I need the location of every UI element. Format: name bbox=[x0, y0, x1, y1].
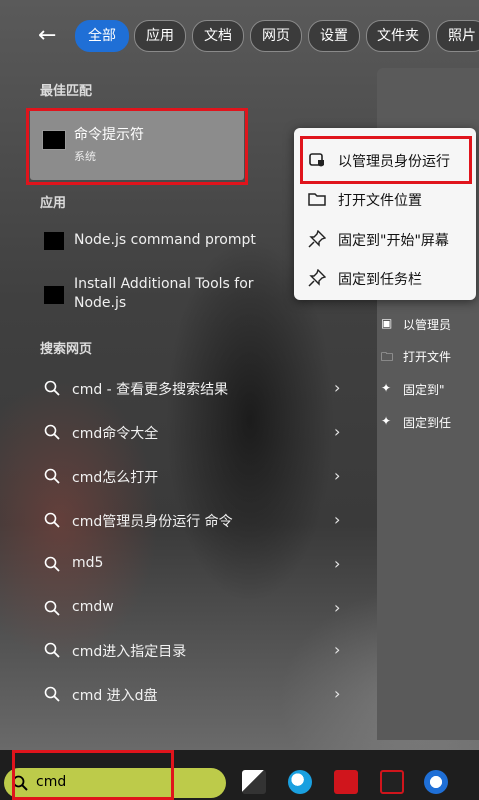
web-result-item[interactable]: cmd - 查看更多搜索结果 › bbox=[34, 372, 354, 404]
web-result-item[interactable]: cmd 进入d盘 › bbox=[34, 678, 354, 710]
web-result-item[interactable]: cmd命令大全 › bbox=[34, 416, 354, 448]
web-result-label: cmd进入指定目录 bbox=[72, 644, 187, 660]
details-action-label[interactable]: 固定到任 bbox=[403, 414, 451, 431]
search-icon bbox=[44, 600, 60, 616]
chevron-right-icon: › bbox=[334, 554, 341, 573]
pin-icon: ✦ bbox=[381, 381, 392, 395]
chevron-right-icon: › bbox=[334, 422, 341, 441]
section-best-match: 最佳匹配 bbox=[40, 84, 93, 99]
web-result-label: md5 bbox=[72, 555, 104, 571]
search-icon bbox=[44, 642, 60, 658]
tab-photos[interactable]: 照片 bbox=[436, 20, 479, 52]
context-menu-open-location[interactable]: 打开文件位置 bbox=[294, 181, 476, 217]
app-item-label: Install Additional Tools for Node.js bbox=[74, 276, 254, 311]
tab-apps[interactable]: 应用 bbox=[134, 20, 186, 52]
chevron-right-icon: › bbox=[334, 598, 341, 617]
section-apps: 应用 bbox=[40, 196, 67, 211]
context-menu-label: 固定到任务栏 bbox=[338, 272, 422, 288]
pin-icon bbox=[308, 269, 326, 287]
taskbar: cmd bbox=[0, 750, 479, 800]
web-result-item[interactable]: md5 › bbox=[34, 548, 354, 580]
web-result-item[interactable]: cmd管理员身份运行 命令 › bbox=[34, 504, 354, 536]
context-menu-label: 固定到"开始"屏幕 bbox=[338, 233, 449, 249]
folder-icon bbox=[308, 193, 326, 206]
search-icon bbox=[44, 512, 60, 528]
search-icon bbox=[44, 380, 60, 396]
app-red-icon[interactable] bbox=[334, 770, 358, 794]
tab-all[interactable]: 全部 bbox=[75, 20, 129, 52]
web-result-item[interactable]: cmdw › bbox=[34, 592, 354, 624]
details-action-label[interactable]: 打开文件 bbox=[403, 348, 451, 365]
web-result-item[interactable]: cmd怎么打开 › bbox=[34, 460, 354, 492]
chevron-right-icon: › bbox=[334, 640, 341, 659]
context-menu: 以管理员身份运行 打开文件位置 固定到"开始"屏幕 固定到任务栏 bbox=[294, 128, 476, 300]
shield-admin-icon: ▣ bbox=[381, 316, 393, 330]
details-action-label[interactable]: 固定到" bbox=[403, 381, 445, 398]
app-dark-red-icon[interactable] bbox=[380, 770, 404, 794]
highlight-box-search bbox=[12, 750, 174, 800]
edge-browser-icon[interactable] bbox=[288, 770, 312, 794]
ie-browser-icon[interactable] bbox=[424, 770, 448, 794]
task-view-icon[interactable] bbox=[242, 770, 266, 794]
search-icon bbox=[44, 468, 60, 484]
web-result-label: cmd管理员身份运行 命令 bbox=[72, 514, 233, 530]
details-action-label[interactable]: 以管理员 bbox=[403, 316, 451, 333]
web-result-label: cmd - 查看更多搜索结果 bbox=[72, 382, 229, 398]
search-icon bbox=[44, 686, 60, 702]
web-result-label: cmd怎么打开 bbox=[72, 470, 159, 486]
pin-icon bbox=[308, 230, 326, 248]
search-filter-bar: ← 全部 应用 文档 网页 设置 文件夹 照片 bbox=[0, 0, 479, 72]
web-result-label: cmd 进入d盘 bbox=[72, 688, 158, 704]
tab-documents[interactable]: 文档 bbox=[192, 20, 244, 52]
nodejs-app-icon bbox=[44, 232, 64, 250]
web-result-item[interactable]: cmd进入指定目录 › bbox=[34, 634, 354, 666]
nodejs-app-icon bbox=[44, 286, 64, 304]
app-item-label: Node.js command prompt bbox=[74, 232, 256, 248]
section-web-search: 搜索网页 bbox=[40, 342, 93, 357]
chevron-right-icon: › bbox=[334, 684, 341, 703]
tab-web[interactable]: 网页 bbox=[250, 20, 302, 52]
search-icon bbox=[44, 424, 60, 440]
tab-folders[interactable]: 文件夹 bbox=[366, 20, 430, 52]
highlight-box-run-as-admin bbox=[300, 136, 472, 184]
tab-settings[interactable]: 设置 bbox=[308, 20, 360, 52]
web-result-label: cmd命令大全 bbox=[72, 426, 159, 442]
context-menu-pin-taskbar[interactable]: 固定到任务栏 bbox=[294, 260, 476, 296]
search-icon bbox=[44, 556, 60, 572]
folder-icon: 🗀 bbox=[381, 350, 394, 364]
chevron-right-icon: › bbox=[334, 510, 341, 529]
chevron-right-icon: › bbox=[334, 466, 341, 485]
web-result-label: cmdw bbox=[72, 599, 114, 615]
highlight-box-best-match bbox=[26, 108, 248, 185]
arrow-left-icon[interactable]: ← bbox=[38, 22, 66, 50]
context-menu-pin-start[interactable]: 固定到"开始"屏幕 bbox=[294, 221, 476, 257]
pin-icon: ✦ bbox=[381, 414, 392, 428]
chevron-right-icon: › bbox=[334, 378, 341, 397]
context-menu-label: 打开文件位置 bbox=[338, 193, 422, 209]
